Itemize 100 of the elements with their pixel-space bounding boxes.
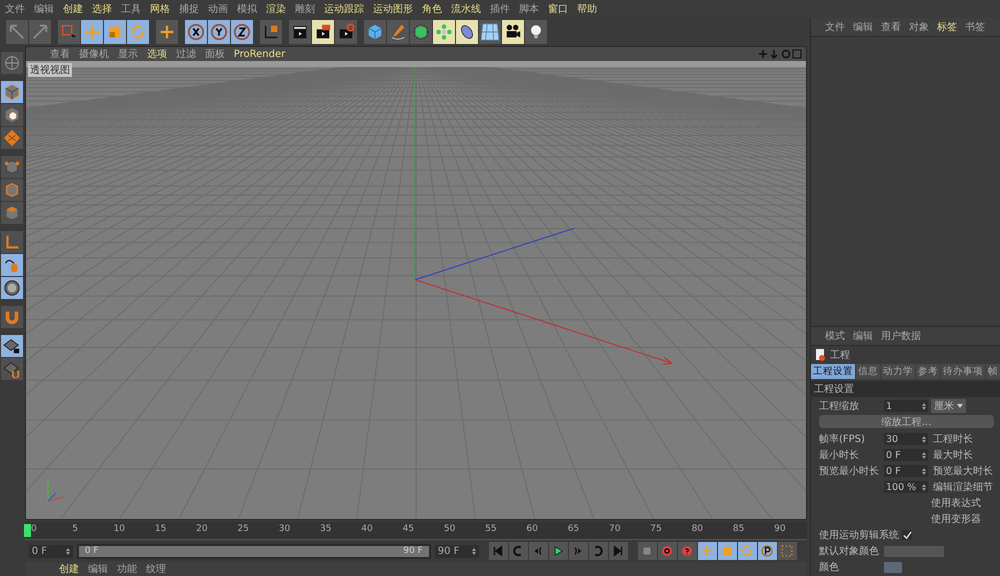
- key-button[interactable]: [758, 542, 777, 560]
- menu-item[interactable]: 动画: [208, 2, 228, 16]
- menu-item[interactable]: 工具: [121, 2, 141, 16]
- menu-item[interactable]: 书签: [965, 20, 985, 34]
- current-frame-marker[interactable]: [24, 524, 31, 537]
- tool-button[interactable]: [1, 358, 24, 380]
- menu-item[interactable]: 功能: [116, 562, 137, 576]
- toolbar-button[interactable]: [525, 20, 547, 44]
- menu-item[interactable]: 编辑: [88, 562, 108, 576]
- number-field[interactable]: 0 F: [884, 465, 928, 477]
- menu-item[interactable]: 对象: [909, 20, 929, 34]
- move-icon: [83, 23, 101, 41]
- number-field[interactable]: 100 %: [884, 481, 928, 493]
- toolbar-button[interactable]: [231, 20, 253, 44]
- key-button[interactable]: [778, 542, 797, 560]
- menu-item[interactable]: 帮助: [577, 2, 597, 16]
- start-frame-field[interactable]: 0 F: [28, 544, 73, 558]
- menu-item[interactable]: 过滤: [176, 47, 196, 61]
- frame-number: 15: [154, 524, 166, 534]
- number-field[interactable]: 30: [884, 433, 928, 445]
- menu-item[interactable]: 流水线: [451, 2, 481, 16]
- menu-item[interactable]: 脚本: [519, 2, 539, 16]
- field-label: 最大时长: [933, 448, 973, 462]
- menu-item[interactable]: ProRender: [234, 48, 286, 60]
- color-swatch[interactable]: [884, 562, 902, 572]
- tab[interactable]: 帧: [986, 364, 1000, 379]
- menu-item[interactable]: 网格: [150, 2, 170, 16]
- menu-item[interactable]: 显示: [118, 47, 138, 61]
- menu-item[interactable]: 选项: [146, 47, 167, 61]
- tab[interactable]: 待办事项: [941, 364, 985, 379]
- tab[interactable]: 参考: [916, 364, 940, 379]
- tab[interactable]: 信息: [856, 364, 880, 379]
- timeline-ruler[interactable]: 0 5 10 15 20 25 30 35 40 45 50 55 60 65 70 75 80 85 90: [24, 522, 807, 540]
- field-label: 编辑渲染细节: [933, 480, 993, 494]
- toolbar-button[interactable]: [456, 20, 478, 44]
- key-button[interactable]: [718, 542, 737, 560]
- spinner-arrows-icon[interactable]: [66, 548, 70, 555]
- frame-number: 80: [692, 524, 704, 534]
- menu-item[interactable]: 面板: [204, 47, 225, 61]
- unit-dropdown[interactable]: 厘米: [931, 399, 966, 413]
- key-button[interactable]: [698, 542, 717, 560]
- check-icon: [902, 530, 912, 540]
- clapperboard-icon: [314, 23, 332, 41]
- field-label: 工程时长: [933, 432, 973, 446]
- frame-number: 90: [774, 524, 786, 534]
- spinner-arrows-icon[interactable]: [922, 452, 926, 458]
- tab[interactable]: 工程设置: [811, 364, 855, 379]
- menu-item[interactable]: 编辑: [853, 20, 873, 34]
- menu-item[interactable]: 用户数据: [881, 329, 921, 343]
- scale-project-button[interactable]: 缩放工程...: [819, 415, 994, 428]
- menu-item[interactable]: 标签: [937, 20, 957, 34]
- menu-item[interactable]: 捕捉: [179, 2, 199, 16]
- key-button[interactable]: [658, 542, 677, 560]
- menu-item[interactable]: 模式: [825, 329, 845, 343]
- menu-item[interactable]: 模拟: [237, 2, 257, 16]
- toolbar-button[interactable]: [260, 20, 282, 44]
- key-button[interactable]: [738, 542, 757, 560]
- toolbar-button[interactable]: [185, 20, 207, 44]
- menu-item[interactable]: 选择: [92, 2, 112, 16]
- toolbar-button[interactable]: [208, 20, 230, 44]
- spinner-arrows-icon[interactable]: [922, 402, 926, 410]
- tool-button[interactable]: [1, 335, 24, 357]
- spinner-arrows-icon[interactable]: [922, 484, 926, 490]
- field-label: 颜色: [819, 560, 840, 574]
- menu-item[interactable]: 插件: [490, 2, 510, 16]
- menu-item[interactable]: 摄像机: [78, 47, 109, 61]
- menu-item[interactable]: 运动图形: [373, 2, 413, 16]
- playback-button[interactable]: [548, 542, 568, 560]
- number-field[interactable]: 1: [884, 400, 928, 412]
- record-icon: [660, 544, 674, 558]
- menu-item[interactable]: 查看: [50, 47, 70, 61]
- menu-item[interactable]: 文件: [5, 2, 25, 16]
- tab[interactable]: 动力学: [881, 364, 915, 379]
- menu-item[interactable]: 渲染: [266, 2, 286, 16]
- toolbar-button[interactable]: [289, 20, 311, 44]
- toolbar-button[interactable]: [502, 20, 524, 44]
- spinner-arrows-icon[interactable]: [922, 468, 926, 474]
- menu-item[interactable]: 运动跟踪: [324, 2, 364, 16]
- tool-button[interactable]: [1, 104, 24, 126]
- tool-button[interactable]: [1, 81, 24, 103]
- menu-item[interactable]: 创建: [58, 562, 79, 576]
- tool-button[interactable]: [1, 254, 24, 276]
- parameter-key-icon: [760, 544, 774, 558]
- menu-item[interactable]: 创建: [63, 2, 83, 16]
- menu-item[interactable]: 编辑: [34, 2, 54, 16]
- menu-item[interactable]: 角色: [422, 2, 442, 16]
- menu-item[interactable]: 窗口: [548, 2, 568, 16]
- number-field[interactable]: 0 F: [884, 449, 928, 461]
- field-label: 工程缩放: [819, 400, 860, 413]
- menu-item[interactable]: 编辑: [853, 329, 873, 343]
- menu-item[interactable]: 文件: [825, 20, 845, 34]
- toolbar-button[interactable]: [312, 20, 334, 44]
- menu-item[interactable]: 纹理: [146, 562, 166, 576]
- spinner-arrows-icon[interactable]: [472, 548, 476, 555]
- end-frame-field[interactable]: 90 F: [434, 544, 479, 558]
- menu-item[interactable]: 雕刻: [295, 2, 315, 16]
- spinner-arrows-icon[interactable]: [922, 436, 926, 442]
- tool-button[interactable]: [1, 277, 24, 299]
- checkbox[interactable]: [902, 530, 912, 540]
- menu-item[interactable]: 查看: [881, 20, 901, 34]
